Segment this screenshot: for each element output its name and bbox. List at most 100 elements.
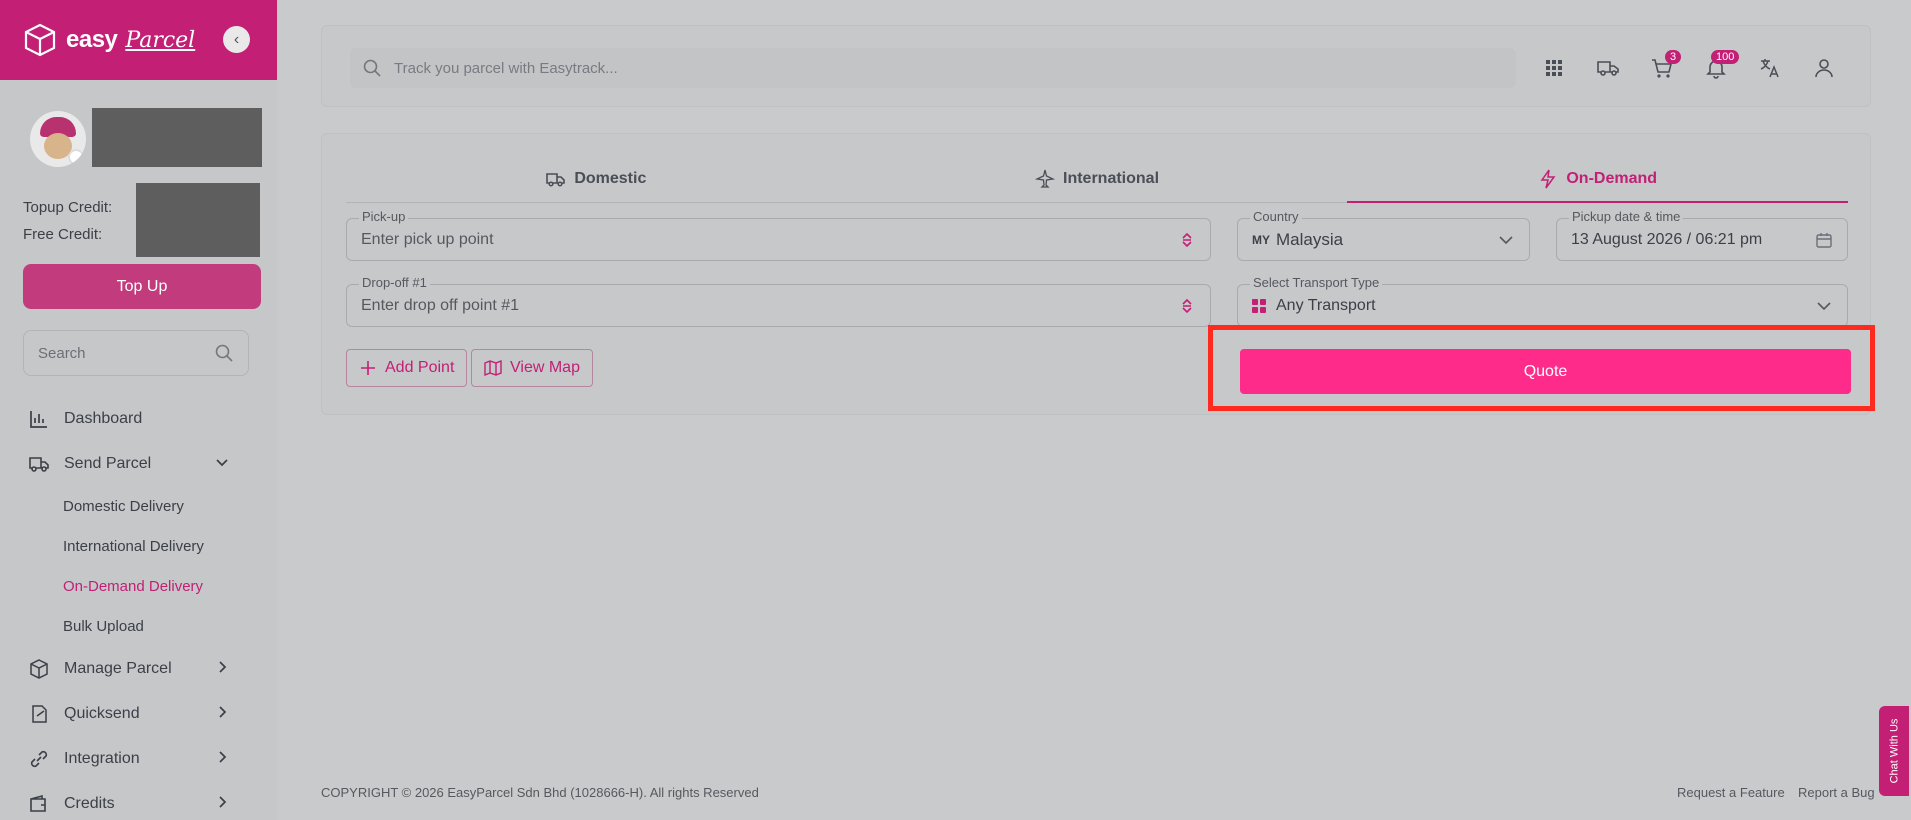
- brand-script: Parcel: [125, 27, 196, 53]
- topup-credit-label: Topup Credit:: [23, 199, 113, 216]
- translate-icon: [1760, 59, 1779, 78]
- sidebar-item-label: Credits: [64, 794, 115, 812]
- chat-label: Chat With Us: [1888, 718, 1901, 784]
- sidebar-header: easy Parcel ‹: [0, 0, 277, 80]
- tab-international[interactable]: International: [847, 156, 1348, 202]
- pickup-placeholder: Enter pick up point: [361, 230, 494, 248]
- pickup-field[interactable]: Pick-up Enter pick up point: [346, 209, 1211, 261]
- report-bug-link[interactable]: Report a Bug: [1798, 785, 1875, 800]
- tab-label: On-Demand: [1566, 169, 1658, 187]
- sidebar-subitem-on-demand[interactable]: On-Demand Delivery: [0, 566, 277, 606]
- truck-icon: [29, 456, 49, 472]
- shipment-button[interactable]: [1581, 48, 1635, 88]
- sidebar-item-label: Integration: [64, 749, 140, 767]
- truck-icon: [546, 173, 566, 187]
- flag-icon: [68, 149, 84, 165]
- quote-button[interactable]: Quote: [1240, 349, 1851, 394]
- wallet-icon: [30, 794, 46, 812]
- transport-value: Any Transport: [1276, 296, 1376, 314]
- sidebar: easy Parcel ‹ Topup Credit: Free Credit:…: [0, 0, 277, 820]
- collapse-sidebar-button[interactable]: ‹: [223, 26, 250, 53]
- logo[interactable]: easy Parcel: [22, 22, 195, 58]
- sidebar-item-integration[interactable]: Integration: [0, 736, 277, 781]
- tab-label: International: [1063, 170, 1160, 187]
- apps-grid-button[interactable]: [1527, 48, 1581, 88]
- sidebar-item-manage-parcel[interactable]: Manage Parcel: [0, 646, 277, 691]
- dropoff-field[interactable]: Drop-off #1 Enter drop off point #1: [346, 275, 1211, 327]
- top-up-button[interactable]: Top Up: [23, 264, 261, 309]
- search-icon: [363, 59, 381, 77]
- chevron-down-icon: [1499, 236, 1513, 245]
- avatar[interactable]: [30, 111, 86, 167]
- country-label: Country: [1250, 209, 1302, 224]
- search-icon: [215, 344, 233, 362]
- truck-icon: [1597, 61, 1619, 76]
- top-icons: 3 100: [1527, 48, 1851, 88]
- sidebar-item-credits[interactable]: Credits: [0, 781, 277, 820]
- chevron-right-icon: [219, 751, 227, 763]
- chevron-left-icon: ‹: [233, 30, 240, 48]
- view-map-label: View Map: [510, 359, 580, 376]
- chevron-right-icon: [219, 661, 227, 673]
- sidebar-item-dashboard[interactable]: Dashboard: [0, 396, 277, 441]
- tab-label: Domestic: [574, 170, 647, 187]
- grid-icon: [1546, 60, 1562, 76]
- tab-domestic[interactable]: Domestic: [346, 156, 847, 202]
- plus-icon: [361, 361, 375, 375]
- free-credit-label: Free Credit:: [23, 226, 103, 243]
- brand-name: easy: [66, 26, 118, 53]
- top-bar: Track you parcel with Easytrack... 3 100: [321, 25, 1871, 107]
- transport-type-select[interactable]: Select Transport Type Any Transport: [1237, 275, 1848, 327]
- sidebar-search-input[interactable]: Search: [23, 330, 249, 376]
- easytrack-placeholder: Track you parcel with Easytrack...: [394, 59, 618, 77]
- sidebar-subitem-bulk-upload[interactable]: Bulk Upload: [0, 606, 277, 646]
- chat-with-us-button[interactable]: Chat With Us: [1879, 706, 1909, 796]
- view-map-button[interactable]: View Map: [471, 349, 593, 387]
- datetime-value: 13 August 2026 / 06:21 pm: [1571, 230, 1763, 248]
- datetime-label: Pickup date & time: [1569, 209, 1684, 224]
- location-sort-icon: [1182, 232, 1192, 248]
- plane-icon: [1035, 169, 1055, 188]
- location-sort-icon: [1182, 298, 1192, 314]
- dropoff-placeholder: Enter drop off point #1: [361, 296, 520, 314]
- profile: [30, 108, 262, 168]
- link-icon: [30, 750, 48, 767]
- map-icon: [484, 359, 502, 377]
- quote-highlight: Quote: [1208, 325, 1875, 411]
- sidebar-subitem-domestic[interactable]: Domestic Delivery: [0, 486, 277, 526]
- copyright-text: COPYRIGHT © 2026 EasyParcel Sdn Bhd (102…: [321, 785, 759, 800]
- box-logo-icon: [24, 23, 56, 57]
- chevron-right-icon: [219, 796, 227, 808]
- dropoff-label: Drop-off #1: [359, 275, 430, 290]
- chevron-down-icon: [1817, 302, 1831, 311]
- language-button[interactable]: [1743, 48, 1797, 88]
- easytrack-search-input[interactable]: Track you parcel with Easytrack...: [350, 48, 1516, 88]
- pickup-label: Pick-up: [359, 209, 409, 224]
- transport-label: Select Transport Type: [1250, 275, 1383, 290]
- lightning-icon: [1540, 169, 1556, 188]
- sidebar-subitem-international[interactable]: International Delivery: [0, 526, 277, 566]
- notifications-button[interactable]: 100: [1689, 48, 1743, 88]
- pickup-datetime-field[interactable]: Pickup date & time 13 August 2026 / 06:2…: [1556, 209, 1848, 261]
- sidebar-item-label: Dashboard: [64, 409, 143, 427]
- country-code: MY: [1252, 232, 1270, 247]
- box-icon: [30, 658, 48, 679]
- sidebar-item-quicksend[interactable]: Quicksend: [0, 691, 277, 736]
- sidebar-item-send-parcel[interactable]: Send Parcel: [0, 441, 277, 486]
- chart-icon: [30, 410, 47, 428]
- delivery-tabs: Domestic International On-Demand: [346, 156, 1849, 203]
- user-icon: [1815, 59, 1833, 78]
- country-value: Malaysia: [1276, 229, 1344, 249]
- add-point-button[interactable]: Add Point: [346, 349, 468, 387]
- sidebar-search-placeholder: Search: [38, 344, 86, 362]
- cart-button[interactable]: 3: [1635, 48, 1689, 88]
- tab-on-demand[interactable]: On-Demand: [1347, 156, 1849, 203]
- profile-button[interactable]: [1797, 48, 1851, 88]
- country-select[interactable]: Country MY Malaysia: [1237, 209, 1530, 261]
- chevron-down-icon: [216, 459, 228, 467]
- chevron-right-icon: [219, 706, 227, 718]
- add-point-label: Add Point: [385, 359, 455, 376]
- redacted-user-info: [92, 108, 262, 167]
- sidebar-item-label: Manage Parcel: [64, 659, 172, 677]
- request-feature-link[interactable]: Request a Feature: [1677, 785, 1785, 800]
